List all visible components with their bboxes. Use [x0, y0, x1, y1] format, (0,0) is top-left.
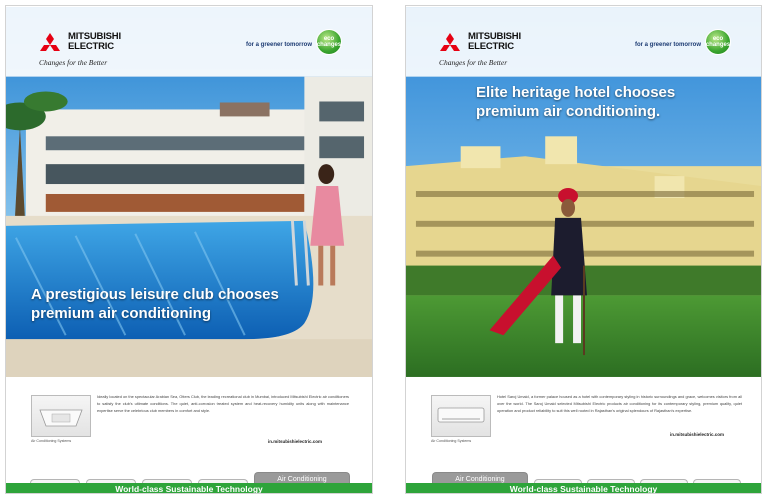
brand-tagline: Changes for the Better: [39, 58, 108, 67]
mitsubishi-logo: MITSUBISHI ELECTRIC Changes for the Bett…: [437, 29, 557, 71]
three-diamonds-icon: [40, 33, 60, 51]
website-url[interactable]: in.mitsubishielectric.com: [268, 439, 322, 444]
three-diamonds-icon: [440, 33, 460, 51]
eco-globe-icon: eco changes: [705, 29, 731, 55]
footer-banner: World-class Sustainable Technology: [406, 483, 761, 493]
ad-body-text: Hotel Saroj Umaid, a former palace house…: [497, 394, 742, 413]
ad-body-text: Ideally located on the spectacular Arabi…: [97, 394, 349, 413]
footer-banner: World-class Sustainable Technology: [6, 483, 372, 493]
mitsubishi-logo: MITSUBISHI ELECTRIC Changes for the Bett…: [37, 29, 157, 71]
leisure-club-ad: MITSUBISHI ELECTRIC Changes for the Bett…: [5, 5, 373, 494]
eco-slogan: for a greener tomorrow: [634, 42, 701, 48]
product-caption: Air Conditioning Systems: [31, 439, 72, 443]
website-url[interactable]: in.mitsubishielectric.com: [670, 432, 724, 437]
brand-name-line2: ELECTRIC: [68, 41, 114, 52]
brand-tagline: Changes for the Better: [439, 58, 508, 67]
heritage-hotel-ad: MITSUBISHI ELECTRIC Changes for the Bett…: [405, 5, 762, 494]
eco-slogan: for a greener tomorrow: [245, 42, 312, 48]
eco-globe-icon: eco changes: [316, 29, 342, 55]
wall-split-unit-image: [431, 395, 491, 437]
ad-headline: Elite heritage hotel chooses premium air…: [476, 84, 676, 120]
ad-headline: A prestigious leisure club chooses premi…: [31, 286, 279, 322]
product-caption: Air Conditioning Systems: [431, 439, 472, 443]
ceiling-cassette-unit-image: [31, 395, 91, 437]
brand-name-line2: ELECTRIC: [468, 41, 514, 52]
ad-copy-section: Air Conditioning Systems Ideally located…: [6, 378, 372, 493]
ad-copy-section: Air Conditioning Systems Hotel Saroj Uma…: [406, 378, 761, 493]
